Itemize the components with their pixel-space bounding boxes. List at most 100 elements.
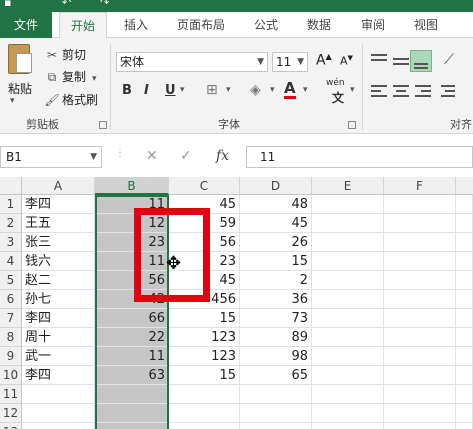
copy-dropdown-icon[interactable]: ▾: [92, 74, 97, 84]
align-center-icon[interactable]: [390, 82, 412, 102]
cell-empty[interactable]: [312, 423, 384, 429]
cell-score-c[interactable]: 123: [169, 347, 240, 366]
cell-empty[interactable]: [312, 195, 384, 214]
cell-empty[interactable]: [384, 385, 456, 404]
cell-score-d[interactable]: 45: [240, 214, 312, 233]
align-middle-icon[interactable]: [390, 50, 412, 72]
cell-empty[interactable]: [312, 309, 384, 328]
cell-name[interactable]: [22, 423, 95, 429]
cell-score-b[interactable]: 11: [95, 252, 169, 271]
align-left-icon[interactable]: [368, 82, 390, 102]
cell-empty[interactable]: [312, 214, 384, 233]
cell-empty[interactable]: [384, 328, 456, 347]
font-name-select[interactable]: 宋体 ▼: [116, 52, 268, 72]
column-header-e[interactable]: E: [312, 177, 384, 195]
cell-score-c[interactable]: 45: [169, 195, 240, 214]
cell-empty[interactable]: [456, 404, 473, 423]
phonetic-button[interactable]: wén: [326, 78, 345, 88]
cell-empty[interactable]: [312, 385, 384, 404]
format-painter-button[interactable]: 🖌 格式刷: [44, 91, 98, 108]
cell-score-c[interactable]: 123: [169, 328, 240, 347]
cell-score-b[interactable]: 63: [95, 366, 169, 385]
cell-empty[interactable]: [312, 347, 384, 366]
cell-empty[interactable]: [456, 347, 473, 366]
paste-button[interactable]: 粘贴: [8, 80, 32, 97]
row-header[interactable]: 7: [0, 309, 22, 328]
fill-color-icon[interactable]: ◈: [250, 82, 261, 98]
cell-empty[interactable]: [456, 309, 473, 328]
orientation-icon[interactable]: ⟋: [444, 52, 454, 68]
cell-score-b[interactable]: 11: [95, 195, 169, 214]
cell-name[interactable]: 王五: [22, 214, 95, 233]
cell-empty[interactable]: [312, 271, 384, 290]
cell-empty[interactable]: [312, 233, 384, 252]
cell-score-c[interactable]: [169, 385, 240, 404]
cell-score-d[interactable]: 89: [240, 328, 312, 347]
cell-empty[interactable]: [456, 214, 473, 233]
cell-score-c[interactable]: 15: [169, 309, 240, 328]
cell-score-d[interactable]: 36: [240, 290, 312, 309]
phonetic-dropdown-icon[interactable]: ▾: [350, 85, 355, 95]
cell-score-b[interactable]: 22: [95, 328, 169, 347]
row-header[interactable]: 10: [0, 366, 22, 385]
copy-button[interactable]: ⧉ 复制 ▾: [44, 68, 97, 85]
cell-score-d[interactable]: 98: [240, 347, 312, 366]
row-header[interactable]: 1: [0, 195, 22, 214]
cell-empty[interactable]: [456, 195, 473, 214]
cell-score-b[interactable]: [95, 423, 169, 429]
select-all-corner[interactable]: [0, 177, 22, 195]
undo-icon[interactable]: ↶: [62, 0, 71, 9]
row-header[interactable]: 2: [0, 214, 22, 233]
cell-score-b[interactable]: 12: [95, 214, 169, 233]
cell-empty[interactable]: [384, 195, 456, 214]
cell-empty[interactable]: [312, 290, 384, 309]
cell-empty[interactable]: [312, 252, 384, 271]
cell-score-b[interactable]: [95, 404, 169, 423]
tab-page-layout[interactable]: 页面布局: [164, 12, 238, 38]
cell-score-d[interactable]: [240, 385, 312, 404]
cell-score-c[interactable]: [169, 423, 240, 429]
cell-name[interactable]: 武一: [22, 347, 95, 366]
paste-dropdown-icon[interactable]: ▾: [10, 96, 15, 106]
tab-review[interactable]: 审阅: [350, 12, 396, 38]
column-header-f[interactable]: F: [384, 177, 456, 195]
borders-icon[interactable]: ⊞: [206, 82, 218, 98]
row-header[interactable]: 6: [0, 290, 22, 309]
row-header[interactable]: 3: [0, 233, 22, 252]
cell-name[interactable]: 孙七: [22, 290, 95, 309]
cell-score-b[interactable]: 66: [95, 309, 169, 328]
name-box[interactable]: B1 ▼: [0, 146, 102, 168]
cell-score-b[interactable]: 11: [95, 347, 169, 366]
row-header[interactable]: 8: [0, 328, 22, 347]
cell-score-d[interactable]: 73: [240, 309, 312, 328]
cell-score-d[interactable]: [240, 404, 312, 423]
cell-empty[interactable]: [384, 214, 456, 233]
cell-empty[interactable]: [384, 233, 456, 252]
tab-data[interactable]: 数据: [296, 12, 342, 38]
tab-home[interactable]: 开始: [59, 12, 107, 39]
underline-button[interactable]: U: [165, 83, 176, 98]
tab-view[interactable]: 视图: [404, 12, 448, 38]
align-top-icon[interactable]: [368, 50, 390, 72]
cell-empty[interactable]: [384, 347, 456, 366]
cell-empty[interactable]: [312, 404, 384, 423]
font-color-dropdown-icon[interactable]: ▾: [303, 85, 308, 95]
cell-empty[interactable]: [456, 233, 473, 252]
cell-empty[interactable]: [384, 271, 456, 290]
cell-empty[interactable]: [384, 290, 456, 309]
cell-score-c[interactable]: 56: [169, 233, 240, 252]
cell-empty[interactable]: [384, 366, 456, 385]
cell-empty[interactable]: [456, 252, 473, 271]
row-header[interactable]: 12: [0, 404, 22, 423]
fill-color-dropdown-icon[interactable]: ▾: [270, 85, 275, 95]
cell-score-d[interactable]: 65: [240, 366, 312, 385]
font-size-select[interactable]: 11 ▼: [272, 52, 308, 72]
cell-name[interactable]: 张三: [22, 233, 95, 252]
enter-icon[interactable]: ✓: [180, 148, 192, 164]
insert-function-icon[interactable]: fx: [216, 148, 229, 164]
cell-empty[interactable]: [456, 328, 473, 347]
font-color-button[interactable]: A: [284, 81, 296, 99]
cell-empty[interactable]: [384, 252, 456, 271]
borders-dropdown-icon[interactable]: ▾: [226, 85, 231, 95]
cell-empty[interactable]: [384, 404, 456, 423]
